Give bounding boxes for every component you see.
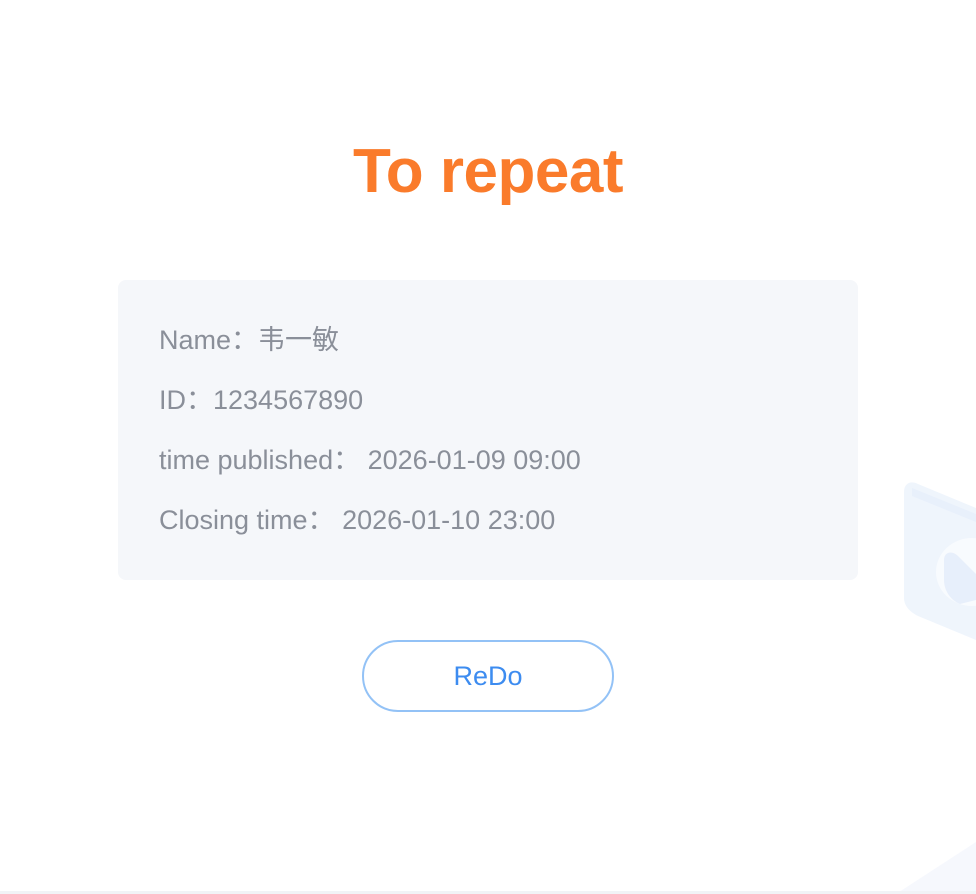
closing-time-row: Closing time： 2026-01-10 23:00 [159,502,858,562]
id-row: ID：1234567890 [159,382,858,442]
published-time-value: 2026-01-09 09:00 [367,445,581,475]
name-row: Name：韦一敏 [159,322,858,382]
name-label: Name： [159,325,259,355]
published-time-row: time published： 2026-01-09 09:00 [159,442,858,502]
id-label: ID： [159,385,213,415]
published-time-label: time published： [159,445,361,475]
closing-time-value: 2026-01-10 23:00 [342,505,556,535]
result-page: To repeat Name：韦一敏 ID：1234567890 time pu… [0,0,976,894]
redo-button[interactable]: ReDo [362,640,614,712]
id-value: 1234567890 [213,385,364,415]
page-title: To repeat [353,137,623,206]
name-value: 韦一敏 [258,325,340,355]
info-card: Name：韦一敏 ID：1234567890 time published： 2… [118,280,858,580]
closing-time-label: Closing time： [159,505,335,535]
